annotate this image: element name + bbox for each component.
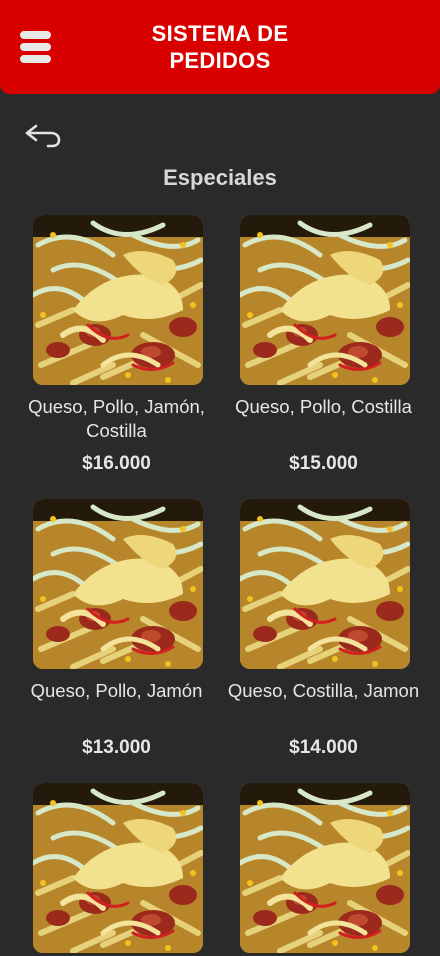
product-name: Queso, Pollo, Costilla xyxy=(235,396,412,417)
product-image xyxy=(33,215,203,385)
app-header: SISTEMA DE PEDIDOS xyxy=(0,0,440,94)
product-price: $15.000 xyxy=(289,453,358,474)
product-image xyxy=(33,499,203,669)
product-price: $16.000 xyxy=(82,453,151,474)
product-price: $13.000 xyxy=(82,737,151,758)
back-arrow-icon[interactable] xyxy=(24,120,64,150)
product-name: Queso, Pollo, Jamón, Costilla xyxy=(28,396,205,441)
product-image xyxy=(240,215,410,385)
product-price: $14.000 xyxy=(289,737,358,758)
product-name: Queso, Costilla, Jamon xyxy=(227,680,420,701)
product-image xyxy=(240,499,410,669)
section-title: Especiales xyxy=(163,165,277,190)
app-title: SISTEMA DE PEDIDOS xyxy=(151,21,289,73)
product-name: Queso, Pollo, Jamón xyxy=(30,680,203,701)
product-image xyxy=(240,783,410,953)
hamburger-menu-icon[interactable] xyxy=(20,30,52,64)
product-image xyxy=(33,783,203,953)
